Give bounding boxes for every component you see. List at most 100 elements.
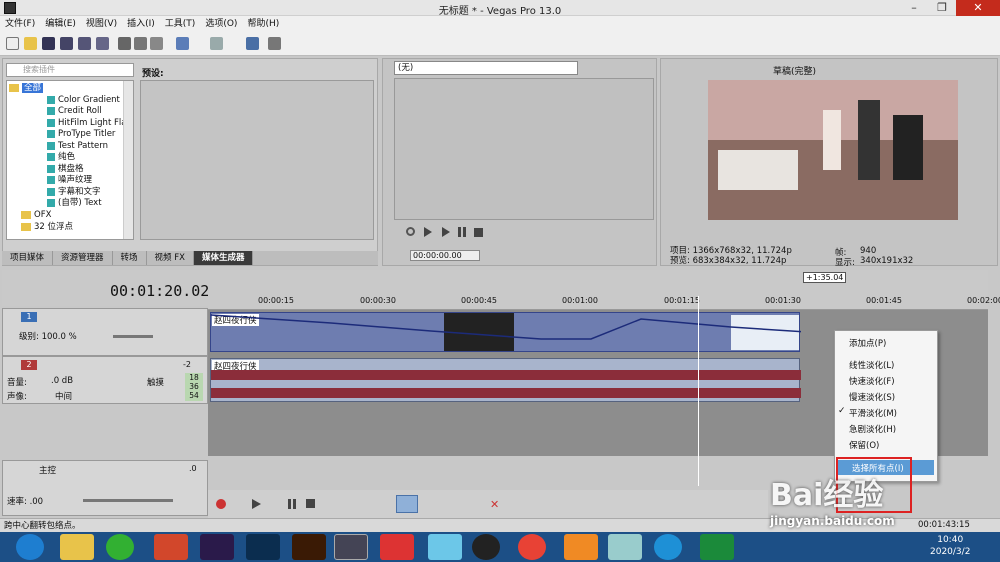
tree-item[interactable]: HitFilm Light Fla (47, 118, 126, 129)
play-from-start-icon[interactable] (424, 227, 432, 237)
record-icon[interactable] (216, 499, 226, 509)
tab-project-media[interactable]: 项目媒体 (2, 251, 54, 265)
master-label: 主控 (39, 466, 57, 476)
track-number: 1 (21, 312, 37, 322)
properties-icon[interactable] (96, 37, 109, 50)
pause-icon[interactable] (288, 499, 296, 509)
tree-item[interactable]: Credit Roll (47, 106, 102, 117)
illustrator-icon[interactable] (292, 534, 326, 560)
loop-icon[interactable] (406, 227, 415, 236)
check-icon: ✓ (838, 406, 846, 416)
app-icon[interactable] (608, 534, 642, 560)
playhead[interactable] (698, 296, 699, 486)
app-icon[interactable] (700, 534, 734, 560)
photoshop-icon[interactable] (246, 534, 280, 560)
trimmer-select[interactable]: (无) (394, 61, 578, 75)
render-icon[interactable] (78, 37, 91, 50)
tab-video-fx[interactable]: 视频 FX (147, 251, 194, 265)
menu-hold[interactable]: 保留(O) (849, 439, 879, 451)
paste-icon[interactable] (150, 37, 163, 50)
audio-event[interactable]: 赵四夜行侠 (210, 358, 801, 402)
tab-media-generators[interactable]: 媒体生成器 (193, 251, 254, 265)
menu-linear-fade[interactable]: 线性淡化(L) (849, 359, 894, 371)
volume-value: .0 dB (51, 376, 74, 386)
baidu-watermark-url: jingyan.baidu.com (770, 514, 895, 528)
tree-item[interactable]: 噪声纹理 (47, 175, 92, 186)
tree-item[interactable]: (自带) Text (47, 198, 102, 209)
video-track-header: 1 级别: 100.0 % (2, 308, 208, 356)
menu-add-point[interactable]: 添加点(P) (849, 337, 886, 349)
start-button[interactable] (16, 534, 44, 560)
undo-icon[interactable] (176, 37, 189, 50)
tree-scrollbar[interactable] (123, 81, 133, 239)
menu-smooth-fade[interactable]: 平滑淡化(M) (849, 407, 897, 419)
menu-tools[interactable]: 工具(T) (160, 16, 201, 32)
cut-icon[interactable] (118, 37, 131, 50)
minimize-button[interactable]: – (900, 0, 928, 16)
frame-value: 940 (860, 246, 877, 256)
menu-help[interactable]: 帮助(H) (242, 16, 284, 32)
tree-item[interactable]: 棋盘格 (47, 164, 84, 175)
tab-explorer[interactable]: 资源管理器 (53, 251, 113, 265)
video-event[interactable]: 赵四夜行侠 (210, 312, 801, 353)
tree-item[interactable]: 纯色 (47, 152, 75, 163)
preview-info: 项目: 1366x768x32, 11.724p 预览: 683x384x32,… (670, 246, 792, 266)
plugin-search-input[interactable]: 搜索插件 (6, 63, 134, 77)
stop-icon[interactable] (306, 499, 315, 508)
explorer-icon[interactable] (60, 534, 94, 560)
menu-edit[interactable]: 编辑(E) (40, 16, 81, 32)
app-icon[interactable] (564, 534, 598, 560)
powerpoint-icon[interactable] (154, 534, 188, 560)
ie-icon[interactable] (654, 534, 682, 560)
ruler-tick-label: 00:02:00 (967, 296, 1000, 305)
delete-icon[interactable]: ✕ (490, 498, 500, 511)
settings-icon[interactable] (268, 37, 281, 50)
app-icon[interactable] (428, 534, 462, 560)
close-button[interactable]: ✕ (956, 0, 1000, 16)
open-icon[interactable] (24, 37, 37, 50)
preview-quality-select[interactable]: 草稿(完整) (773, 64, 816, 77)
peak-value: -2 (183, 360, 191, 369)
automation-mode[interactable]: 触摸 (147, 376, 164, 388)
play-icon[interactable] (442, 227, 450, 237)
menu-slow-fade[interactable]: 慢速淡化(S) (849, 391, 895, 403)
tree-item-32bit[interactable]: 32 位浮点 (21, 222, 73, 233)
wechat-icon[interactable] (106, 534, 134, 560)
volume-label: 音量: (7, 378, 27, 388)
new-icon[interactable] (6, 37, 19, 50)
rate-slider[interactable] (83, 499, 173, 502)
trimmer-transport (394, 224, 654, 240)
tab-transitions[interactable]: 转场 (113, 251, 147, 265)
fade-envelope[interactable] (211, 313, 801, 353)
tree-item[interactable]: Color Gradient (47, 95, 120, 106)
premiere-icon[interactable] (200, 534, 234, 560)
copy-icon[interactable] (134, 37, 147, 50)
menu-fast-fade[interactable]: 快速淡化(F) (849, 375, 895, 387)
restore-button[interactable]: ❐ (928, 0, 956, 16)
tree-item-ofx[interactable]: OFX (21, 210, 51, 221)
tree-item[interactable]: 字幕和文字 (47, 187, 101, 198)
ripple-icon[interactable] (246, 37, 259, 50)
menu-options[interactable]: 选项(O) (200, 16, 242, 32)
app-icon[interactable] (380, 534, 414, 560)
normal-edit-tool-icon[interactable] (396, 495, 418, 513)
save-as-icon[interactable] (60, 37, 73, 50)
menu-insert[interactable]: 插入(I) (122, 16, 160, 32)
plugin-icon (47, 198, 55, 207)
stop-icon[interactable] (474, 228, 483, 237)
tree-item[interactable]: ProType Titler (47, 129, 115, 140)
redo-icon[interactable] (210, 37, 223, 50)
qq-icon[interactable] (472, 534, 500, 560)
level-slider[interactable] (113, 335, 153, 338)
play-icon[interactable] (252, 499, 261, 509)
chrome-icon[interactable] (518, 534, 546, 560)
save-icon[interactable] (42, 37, 55, 50)
tree-item[interactable]: Test Pattern (47, 141, 108, 152)
project-info: 项目: 1366x768x32, 11.724p (670, 246, 792, 256)
menu-sharp-fade[interactable]: 急剧淡化(H) (849, 423, 896, 435)
pause-icon[interactable] (458, 227, 466, 237)
menu-view[interactable]: 视图(V) (81, 16, 122, 32)
menu-file[interactable]: 文件(F) (0, 16, 40, 32)
vegas-icon[interactable] (334, 534, 368, 560)
tree-item-all[interactable]: 全部 (9, 83, 44, 94)
